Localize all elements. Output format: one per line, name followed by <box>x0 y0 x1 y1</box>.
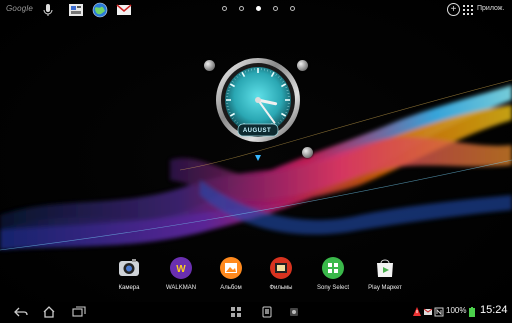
warning-icon <box>412 305 422 317</box>
status-clock: 15:24 <box>480 304 508 316</box>
dock-item-label: Play Маркет <box>355 285 415 291</box>
home-icon[interactable] <box>42 305 56 317</box>
sony-select-icon <box>321 256 345 280</box>
screenshot-icon[interactable] <box>262 305 272 317</box>
system-navigation-bar: 100% 15:24 <box>0 302 512 320</box>
page-dot[interactable] <box>222 6 227 11</box>
dock-item-sony-select[interactable]: Sony Select <box>303 256 363 291</box>
page-dot[interactable] <box>256 6 261 11</box>
google-search-bar[interactable]: Google <box>6 4 33 13</box>
notification-mail-icon <box>423 305 433 317</box>
movies-icon <box>269 256 293 280</box>
apps-label: Прилож. <box>477 5 504 12</box>
clock-toggle-knob[interactable] <box>297 60 308 71</box>
play-store-icon <box>373 256 397 280</box>
recent-apps-icon[interactable] <box>72 305 86 317</box>
dock-item-label: Фильмы <box>251 285 311 291</box>
add-widget-button[interactable]: + <box>447 3 460 16</box>
apps-grid-icon <box>463 5 473 15</box>
small-apps-icon[interactable] <box>230 305 242 317</box>
clock-month-label: AUGUST <box>238 126 276 136</box>
dock-item-movies[interactable]: Фильмы <box>251 256 311 291</box>
dock-item-label: Sony Select <box>303 285 363 291</box>
back-icon[interactable] <box>14 305 28 317</box>
home-topbar: Google + Прилож. <box>0 0 512 20</box>
clock-settings-knob[interactable] <box>204 60 215 71</box>
camera-icon <box>117 256 141 280</box>
clock-pointer <box>255 155 261 161</box>
sony-walkman-mini-icon[interactable] <box>289 305 299 317</box>
page-dot[interactable] <box>239 6 244 11</box>
battery-percent: 100% <box>446 306 466 315</box>
walkman-icon: W <box>169 256 193 280</box>
dock-item-label: Камера <box>99 285 159 291</box>
clock-widget[interactable] <box>198 56 318 166</box>
mail-icon[interactable] <box>116 2 132 18</box>
clock-hub <box>255 97 261 103</box>
gallery-widget-icon[interactable] <box>68 2 84 18</box>
page-dot[interactable] <box>273 6 278 11</box>
nfc-icon <box>434 305 444 317</box>
app-dock: КамераWWALKMANАльбомФильмыSony SelectPla… <box>0 256 512 298</box>
album-icon <box>219 256 243 280</box>
page-dot[interactable] <box>290 6 295 11</box>
svg-text:W: W <box>176 264 186 275</box>
microphone-icon[interactable] <box>40 2 56 18</box>
dock-item-play-store[interactable]: Play Маркет <box>355 256 415 291</box>
clock-resize-knob[interactable] <box>302 147 313 158</box>
battery-icon <box>466 305 478 317</box>
dock-item-camera[interactable]: Камера <box>99 256 159 291</box>
browser-globe-icon[interactable] <box>92 2 108 18</box>
